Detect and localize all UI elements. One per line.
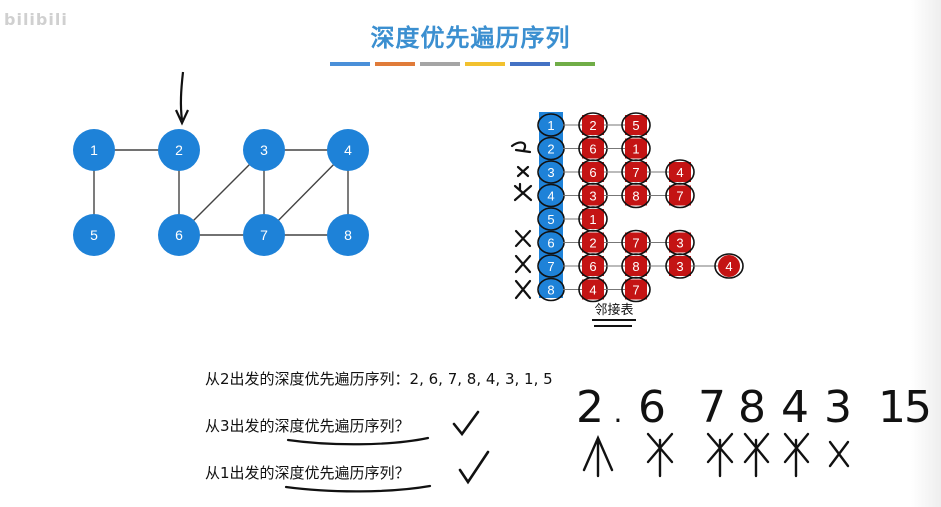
adjacency-cell-label: 2: [589, 236, 596, 251]
adjacency-cell-label: 4: [589, 283, 596, 298]
adjacency-caption: 邻接表: [594, 302, 633, 318]
adjacency-head: 3: [547, 165, 554, 180]
graph-node-label: 8: [344, 227, 352, 243]
adjacency-head: 5: [547, 212, 554, 227]
handwritten-marks: [510, 141, 533, 300]
graph-node-label: 3: [260, 142, 268, 158]
adjacency-list: 1 2 5 2 6 1 3 6 7 4 4 3 8 7 5 1 6 2 7 3 7 6 8 3 4 8 4 7 邻接表: [537, 112, 744, 318]
handwritten-digit: 7: [698, 382, 726, 433]
adjacency-cell-label: 7: [632, 236, 639, 251]
handwritten-digit: 6: [638, 382, 666, 433]
start-arrow-annotation: [175, 71, 189, 126]
adjacency-cell-label: 1: [632, 142, 639, 157]
adjacency-cell-label: 6: [589, 142, 596, 157]
adjacency-head: 4: [547, 189, 554, 204]
question-2-suffix: ？: [394, 417, 410, 435]
question-3-highlight: 深度优先遍历序列: [274, 464, 395, 482]
slide-canvas: 1 2 3 45 6 7 8 1 2 52 6 13 6 7 44 3 8 75 16 2 7 37 6 8 3 48 4 7邻接表…: [73, 71, 932, 493]
handwritten-digit: 3: [824, 382, 852, 433]
question-2-highlight: 深度优先遍历序列: [274, 417, 395, 435]
adjacency-head: 1: [547, 118, 554, 133]
check-marks: [452, 410, 490, 485]
adjacency-cell-label: 7: [632, 165, 639, 180]
adjacency-cell-label: 1: [589, 212, 596, 227]
question-1-prefix: 从2出发的深度优先遍历序列：: [205, 370, 410, 388]
handwritten-sequence: 2. 6 7 8 4 3 15: [576, 382, 932, 433]
adjacency-cell-label: 7: [632, 283, 639, 298]
question-3-prefix: 从1出发的: [205, 464, 275, 482]
adjacency-cell-label: 3: [589, 189, 596, 204]
graph-node-label: 1: [90, 142, 98, 158]
handwritten-digit: 2: [576, 382, 604, 433]
question-line-1: 从2出发的深度优先遍历序列：2, 6, 7, 8, 4, 3, 1, 5: [205, 368, 553, 389]
handwritten-digit: 1: [878, 382, 906, 433]
graph-node-label: 7: [260, 227, 268, 243]
graph-node-label: 2: [175, 142, 183, 158]
handwritten-strikes: [582, 432, 850, 478]
adjacency-head: 2: [547, 142, 554, 157]
adjacency-cell-label: 6: [589, 259, 596, 274]
adjacency-head: 6: [547, 236, 554, 251]
handwritten-digit: 4: [781, 382, 809, 433]
handwritten-digit: 8: [738, 382, 766, 433]
graph-edges: [93, 149, 349, 236]
question-line-2: 从3出发的深度优先遍历序列？: [205, 415, 410, 436]
graph-node-label: 6: [175, 227, 183, 243]
adjacency-cell-label: 8: [632, 259, 639, 274]
adjacency-cell-label: 2: [589, 118, 596, 133]
adjacency-cell-label: 3: [676, 236, 683, 251]
graph-node-label: 4: [344, 142, 352, 158]
adjacency-cell-label: 4: [725, 259, 732, 274]
adjacency-head: 7: [547, 259, 554, 274]
adjacency-cell-label: 5: [632, 118, 639, 133]
question-1-answer: 2, 6, 7, 8, 4, 3, 1, 5: [409, 370, 553, 388]
question-line-3: 从1出发的深度优先遍历序列？: [205, 462, 410, 483]
adjacency-cell-label: 7: [676, 189, 683, 204]
adjacency-head: 8: [547, 283, 554, 298]
graph-node-label: 5: [90, 227, 98, 243]
adjacency-cell-label: 6: [589, 165, 596, 180]
handwritten-digit: 5: [904, 382, 932, 433]
question-3-suffix: ？: [394, 464, 410, 482]
adjacency-cell-label: 3: [676, 259, 683, 274]
caption-underline: [592, 319, 636, 327]
question-2-prefix: 从3出发的: [205, 417, 275, 435]
handwritten-digit: .: [614, 396, 623, 429]
adjacency-cell-label: 8: [632, 189, 639, 204]
adjacency-cell-label: 4: [676, 165, 683, 180]
